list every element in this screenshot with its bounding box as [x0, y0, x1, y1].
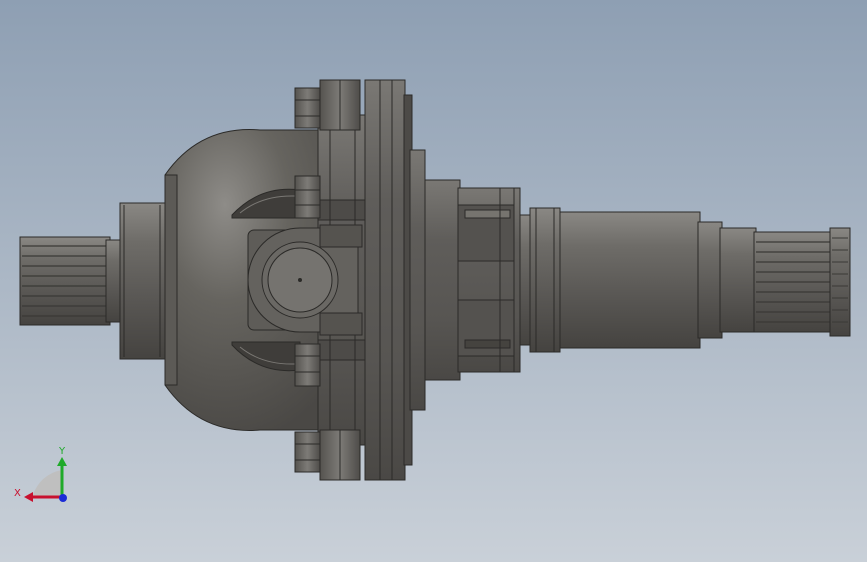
flange-bolt-bottom[interactable] — [294, 429, 361, 481]
graphics-viewport[interactable]: Y X — [0, 0, 867, 562]
right-hub[interactable] — [409, 149, 521, 411]
right-spline[interactable] — [753, 227, 851, 337]
model-view[interactable]: Y X — [0, 0, 867, 562]
flange-bolt-top[interactable] — [294, 79, 361, 131]
triad-z-axis — [59, 494, 67, 502]
cross-pin-center — [298, 278, 302, 282]
flange-bolt-lower-mid[interactable] — [294, 343, 321, 387]
cross-pin-boss[interactable] — [247, 224, 363, 336]
triad-x-label: X — [14, 488, 21, 499]
ring-gear-flange[interactable] — [364, 79, 413, 481]
triad-y-label: Y — [58, 446, 66, 457]
flange-bolt-upper-mid[interactable] — [294, 175, 321, 219]
right-output-shaft[interactable] — [519, 207, 757, 353]
